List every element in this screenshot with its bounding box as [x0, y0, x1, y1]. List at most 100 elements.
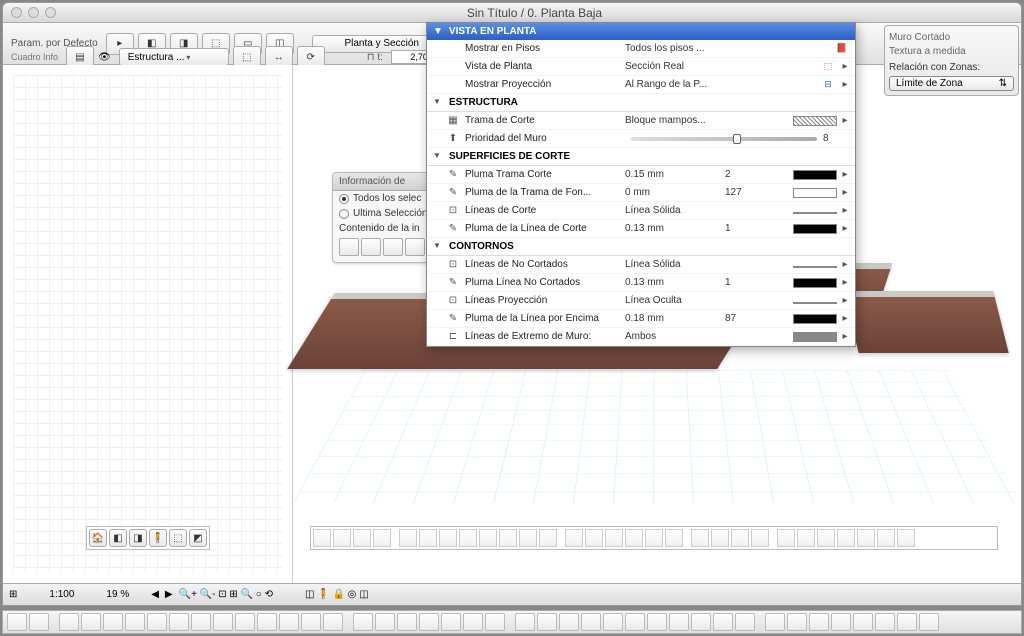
p29[interactable] — [691, 613, 711, 631]
minimize-button[interactable] — [28, 7, 39, 18]
dd-r4-3[interactable]: ✎Pluma de la Línea por Encima0.18 mm87▸ — [427, 310, 855, 328]
m18[interactable] — [665, 529, 683, 547]
p-arrow[interactable] — [7, 613, 27, 631]
zoom-value[interactable]: 19 % — [106, 589, 129, 600]
m26[interactable] — [837, 529, 855, 547]
p18[interactable] — [441, 613, 461, 631]
dd-r3-0[interactable]: ✎Pluma Trama Corte0.15 mm2▸ — [427, 166, 855, 184]
vb-1[interactable]: 🏠 — [89, 529, 107, 547]
m15[interactable] — [605, 529, 623, 547]
p21[interactable] — [515, 613, 535, 631]
p15[interactable] — [375, 613, 395, 631]
status-icon[interactable]: ⊞ — [9, 589, 17, 600]
m7[interactable] — [439, 529, 457, 547]
p17[interactable] — [419, 613, 439, 631]
p9[interactable] — [235, 613, 255, 631]
close-button[interactable] — [11, 7, 22, 18]
p1[interactable] — [59, 613, 79, 631]
p37[interactable] — [875, 613, 895, 631]
ip-btn-2[interactable] — [361, 238, 381, 256]
p8[interactable] — [213, 613, 233, 631]
m9[interactable] — [479, 529, 497, 547]
p39[interactable] — [919, 613, 939, 631]
ip-btn-1[interactable] — [339, 238, 359, 256]
estructura-dropdown[interactable]: Estructura ...▾ — [119, 48, 229, 66]
p13[interactable] — [323, 613, 343, 631]
dd-r4-0[interactable]: ⊡Líneas de No CortadosLínea Sólida▸ — [427, 256, 855, 274]
p2[interactable] — [81, 613, 101, 631]
ip-btn-3[interactable] — [383, 238, 403, 256]
m8[interactable] — [459, 529, 477, 547]
vb-6[interactable]: ◩ — [189, 529, 207, 547]
dd-r4-1[interactable]: ✎Pluma Línea No Cortados0.13 mm1▸ — [427, 274, 855, 292]
p23[interactable] — [559, 613, 579, 631]
p10[interactable] — [257, 613, 277, 631]
dd-projection[interactable]: Mostrar ProyecciónAl Rango de la P...⊟▸ — [427, 76, 855, 94]
p28[interactable] — [669, 613, 689, 631]
textura-option[interactable]: Textura a medida — [889, 44, 1014, 58]
t-field[interactable] — [391, 50, 431, 64]
m20[interactable] — [711, 529, 729, 547]
p26[interactable] — [625, 613, 645, 631]
m11[interactable] — [519, 529, 537, 547]
muro-option[interactable]: Muro Cortado — [889, 30, 1014, 44]
p30[interactable] — [713, 613, 733, 631]
p3[interactable] — [103, 613, 123, 631]
m2[interactable] — [333, 529, 351, 547]
m6[interactable] — [419, 529, 437, 547]
p27[interactable] — [647, 613, 667, 631]
dd-r4-4[interactable]: ⊏Líneas de Extremo de Muro:Ambos▸ — [427, 328, 855, 346]
p33[interactable] — [787, 613, 807, 631]
scale-value[interactable]: 1:100 — [49, 589, 74, 600]
p16[interactable] — [397, 613, 417, 631]
m22[interactable] — [751, 529, 769, 547]
plan-view[interactable] — [3, 65, 293, 583]
m10[interactable] — [499, 529, 517, 547]
p-marq[interactable] — [29, 613, 49, 631]
p5[interactable] — [147, 613, 167, 631]
p31[interactable] — [735, 613, 755, 631]
m24[interactable] — [797, 529, 815, 547]
m3[interactable] — [353, 529, 371, 547]
m21[interactable] — [731, 529, 749, 547]
nav-prev[interactable]: ◀ — [151, 589, 159, 600]
vb-5[interactable]: ⬚ — [169, 529, 187, 547]
m4[interactable] — [373, 529, 391, 547]
dd-plan-view[interactable]: Vista de PlantaSección Real⬚▸ — [427, 58, 855, 76]
p11[interactable] — [279, 613, 299, 631]
dd-r3-3[interactable]: ✎Pluma de la Línea de Corte0.13 mm1▸ — [427, 220, 855, 238]
ip-btn-4[interactable] — [405, 238, 425, 256]
m13[interactable] — [565, 529, 583, 547]
m17[interactable] — [645, 529, 663, 547]
dd-r3-1[interactable]: ✎Pluma de la Trama de Fon...0 mm127▸ — [427, 184, 855, 202]
p6[interactable] — [169, 613, 189, 631]
m12[interactable] — [539, 529, 557, 547]
dd-show-floors[interactable]: Mostrar en PisosTodos los pisos ...📕 — [427, 40, 855, 58]
m16[interactable] — [625, 529, 643, 547]
p4[interactable] — [125, 613, 145, 631]
p12[interactable] — [301, 613, 321, 631]
dd-r4-2[interactable]: ⊡Líneas ProyecciónLínea Oculta▸ — [427, 292, 855, 310]
m19[interactable] — [691, 529, 709, 547]
p19[interactable] — [463, 613, 483, 631]
vb-4[interactable]: 🧍 — [149, 529, 167, 547]
m5[interactable] — [399, 529, 417, 547]
p22[interactable] — [537, 613, 557, 631]
m27[interactable] — [857, 529, 875, 547]
p34[interactable] — [809, 613, 829, 631]
dd-trama-corte[interactable]: ▦Trama de CorteBloque mampos...▸ — [427, 112, 855, 130]
p14[interactable] — [353, 613, 373, 631]
m25[interactable] — [817, 529, 835, 547]
m28[interactable] — [877, 529, 895, 547]
vb-2[interactable]: ◧ — [109, 529, 127, 547]
p7[interactable] — [191, 613, 211, 631]
limite-dropdown[interactable]: Límite de Zona⇅ — [889, 76, 1014, 91]
m29[interactable] — [897, 529, 915, 547]
m14[interactable] — [585, 529, 603, 547]
p25[interactable] — [603, 613, 623, 631]
p32[interactable] — [765, 613, 785, 631]
p35[interactable] — [831, 613, 851, 631]
zoom-button[interactable] — [45, 7, 56, 18]
p20[interactable] — [485, 613, 505, 631]
m1[interactable] — [313, 529, 331, 547]
